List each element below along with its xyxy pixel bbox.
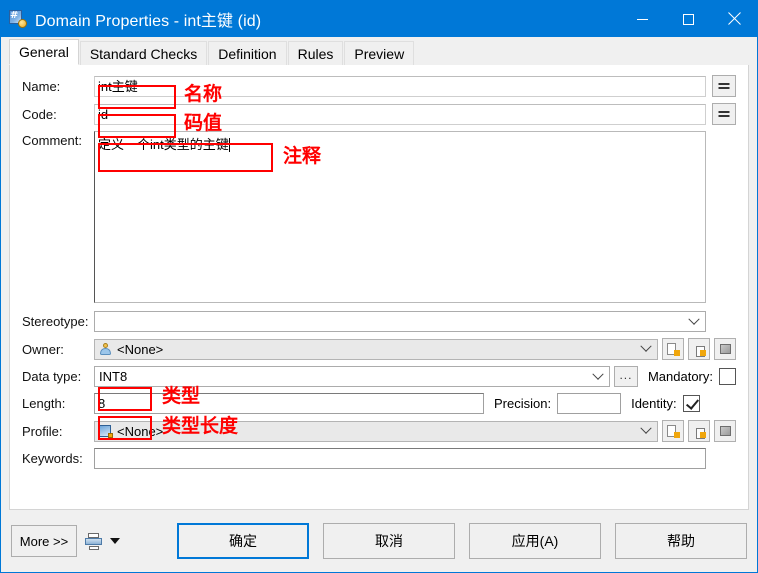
datatype-combo[interactable]: INT8 (94, 366, 610, 387)
maximize-button[interactable] (665, 1, 711, 37)
datatype-row: Data type: INT8 ... Mandatory: (22, 366, 736, 387)
tab-rules[interactable]: Rules (287, 41, 344, 65)
window-title: Domain Properties - int主键 (id) (35, 13, 262, 30)
length-input[interactable]: 8 (94, 393, 484, 414)
comment-value: 定义一个int类型的主键 (98, 137, 229, 152)
domain-properties-icon: # (9, 10, 27, 28)
window-controls (619, 1, 757, 37)
mandatory-label: Mandatory: (647, 369, 713, 384)
profile-label: Profile: (22, 423, 63, 439)
chevron-down-icon[interactable] (683, 312, 705, 331)
precision-label: Precision: (494, 396, 552, 411)
profile-value: <None> (117, 423, 164, 439)
ok-button[interactable]: 确定 (177, 523, 309, 559)
apply-button[interactable]: 应用(A) (469, 523, 601, 559)
tab-preview[interactable]: Preview (344, 41, 415, 65)
comment-row: Comment: 定义一个int类型的主键 (22, 131, 736, 303)
more-button[interactable]: More >> (11, 525, 77, 557)
cancel-button[interactable]: 取消 (323, 523, 455, 559)
identity-label: Identity: (631, 396, 677, 411)
profile-combo[interactable]: <None> (94, 420, 658, 442)
profile-row: Profile: <None> (22, 420, 736, 442)
keywords-label: Keywords: (22, 451, 83, 466)
profile-delete-button[interactable] (714, 420, 736, 442)
code-input[interactable]: id (94, 103, 706, 125)
help-button[interactable]: 帮助 (615, 523, 747, 559)
length-label: Length: (22, 396, 66, 411)
owner-create-button[interactable] (662, 338, 684, 360)
name-row: Name: int主键 (22, 75, 736, 97)
stereotype-row: Stereotype: (22, 311, 736, 332)
name-label: Name: (22, 78, 61, 94)
person-icon (99, 342, 113, 356)
keywords-row: Keywords: (22, 448, 736, 469)
print-dropdown-icon[interactable] (110, 538, 120, 544)
precision-input[interactable] (557, 393, 622, 414)
tab-general[interactable]: General (9, 39, 79, 65)
tab-standard-checks[interactable]: Standard Checks (79, 41, 208, 65)
code-label: Code: (22, 106, 57, 122)
dialog-footer: More >> 确定 取消 应用(A) 帮助 (1, 510, 757, 572)
stereotype-label: Stereotype: (22, 314, 89, 329)
text-caret (228, 138, 230, 152)
title-bar: # Domain Properties - int主键 (id) (1, 1, 757, 37)
datatype-browse-button[interactable]: ... (613, 366, 638, 387)
name-equals-button[interactable] (712, 75, 736, 97)
chevron-down-icon[interactable] (635, 340, 657, 359)
print-icon[interactable] (85, 532, 103, 550)
owner-delete-button[interactable] (714, 338, 736, 360)
code-equals-button[interactable] (712, 103, 736, 125)
profile-create-button[interactable] (662, 420, 684, 442)
tab-definition[interactable]: Definition (208, 41, 287, 65)
length-row: Length: 8 Precision: Identity: (22, 393, 736, 414)
profile-icon (99, 424, 113, 438)
minimize-button[interactable] (619, 1, 665, 37)
keywords-input[interactable] (94, 448, 706, 469)
profile-properties-button[interactable] (688, 420, 710, 442)
tab-bar: General Standard Checks Definition Rules… (1, 37, 757, 65)
owner-properties-button[interactable] (688, 338, 710, 360)
comment-textarea[interactable]: 定义一个int类型的主键 (94, 131, 706, 303)
identity-checkbox[interactable] (682, 395, 700, 412)
domain-properties-window: # Domain Properties - int主键 (id) General… (0, 0, 758, 573)
owner-combo[interactable]: <None> (94, 338, 658, 360)
owner-label: Owner: (22, 341, 64, 357)
chevron-down-icon[interactable] (635, 422, 657, 441)
datatype-value: INT8 (99, 369, 128, 384)
name-input[interactable]: int主键 (94, 75, 706, 97)
datatype-label: Data type: (22, 369, 82, 384)
mandatory-checkbox[interactable] (719, 368, 736, 385)
owner-row: Owner: <None> (22, 338, 736, 360)
stereotype-combo[interactable] (94, 311, 706, 332)
chevron-down-icon[interactable] (587, 367, 609, 386)
close-button[interactable] (711, 1, 757, 37)
owner-value: <None> (117, 341, 164, 357)
comment-label: Comment: (22, 133, 82, 148)
general-tab-panel: Name: int主键 Code: id Comment: 定义一个int类型的… (9, 65, 749, 510)
code-row: Code: id (22, 103, 736, 125)
